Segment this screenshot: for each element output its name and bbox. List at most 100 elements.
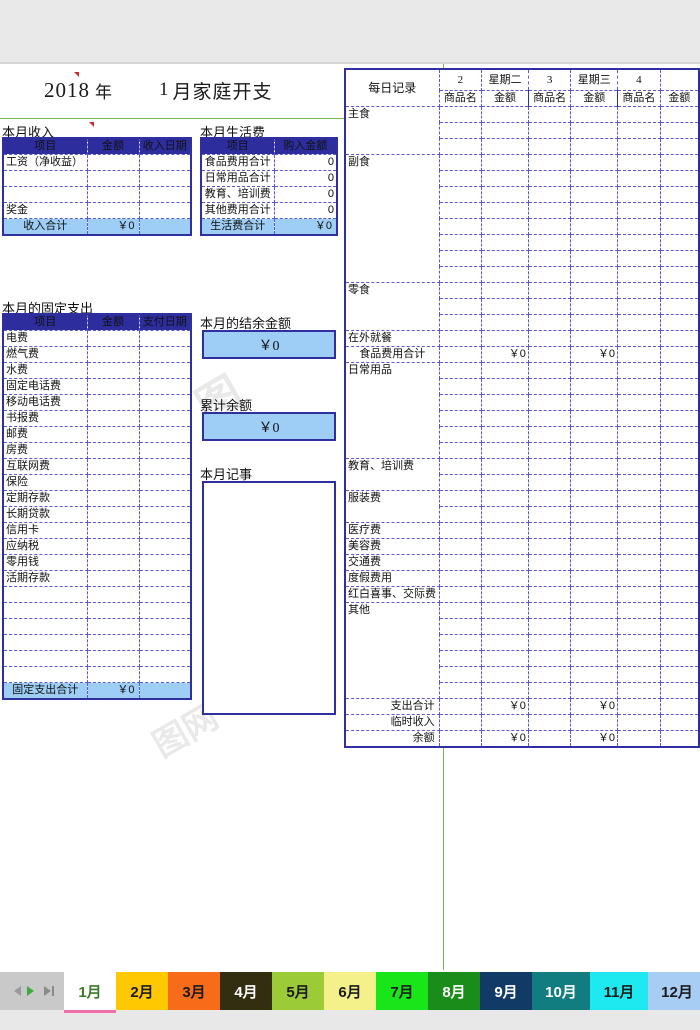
daily-food-0-1-amount-1[interactable]	[570, 122, 619, 139]
living-item-1[interactable]: 日常用品合计	[200, 170, 275, 187]
sheet-tab-4月[interactable]: 4月	[220, 972, 272, 1010]
living-amount-1[interactable]: 0	[273, 170, 338, 187]
daily-food-0-2-name-1[interactable]	[527, 138, 572, 155]
daily-other-0-5-name-1[interactable]	[527, 442, 572, 459]
daily-food-1-3-name-2[interactable]	[617, 202, 661, 219]
daily-other-2-1-name-2[interactable]	[617, 506, 661, 523]
table-row[interactable]	[2, 186, 192, 203]
daily-other-3-0-amount-2[interactable]	[659, 522, 700, 539]
daily-other-0-4-amount-1[interactable]	[570, 426, 619, 443]
daily-other-7-0-name-1[interactable]	[527, 586, 572, 603]
daily-other-0-0-name-1[interactable]	[527, 362, 572, 379]
last-sheet-icon[interactable]	[43, 986, 54, 996]
fixed-date-12[interactable]	[138, 522, 192, 539]
daily-other-1-1-name-0[interactable]	[438, 474, 483, 491]
income-amount-0[interactable]	[86, 154, 140, 171]
table-row[interactable]: 保险	[2, 474, 192, 491]
daily-food-2-0-amount-1[interactable]	[570, 282, 619, 299]
daily-other-2-1-amount-1[interactable]	[570, 506, 619, 523]
living-item-3[interactable]: 其他费用合计	[200, 202, 275, 219]
table-row[interactable]: 度假费用	[344, 570, 700, 587]
daily-food-3-0-amount-2[interactable]	[659, 330, 700, 347]
fixed-amount-9[interactable]	[86, 474, 140, 491]
table-row[interactable]: 工资（净收益）	[2, 154, 192, 171]
table-row[interactable]: 红白喜事、交际费	[344, 586, 700, 603]
daily-other-8-2-name-0[interactable]	[438, 634, 483, 651]
table-row[interactable]: 服装费	[344, 490, 700, 523]
daily-food-0-1-name-1[interactable]	[527, 122, 572, 139]
daily-food-1-0-name-1[interactable]	[527, 154, 572, 171]
daily-other-8-3-amount-1[interactable]	[570, 650, 619, 667]
daily-food-0-0-name-2[interactable]	[617, 106, 661, 123]
fixed-date-13[interactable]	[138, 538, 192, 555]
daily-other-7-0-amount-1[interactable]	[570, 586, 619, 603]
daily-food-0-2-name-2[interactable]	[617, 138, 661, 155]
sheet-tab-2月[interactable]: 2月	[116, 972, 168, 1010]
table-row[interactable]	[2, 618, 192, 635]
daily-other-0-1-name-1[interactable]	[527, 378, 572, 395]
daily-food-2-2-name-2[interactable]	[617, 314, 661, 331]
sheet-tab-10月[interactable]: 10月	[532, 972, 590, 1010]
fixed-item-21[interactable]	[2, 666, 88, 683]
daily-food-2-0-name-1[interactable]	[527, 282, 572, 299]
daily-other-2-1-name-1[interactable]	[527, 506, 572, 523]
fixed-amount-21[interactable]	[86, 666, 140, 683]
daily-other-8-0-name-1[interactable]	[527, 602, 572, 619]
fixed-date-17[interactable]	[138, 602, 192, 619]
daily-other-2-0-name-0[interactable]	[438, 490, 483, 507]
table-row[interactable]	[2, 634, 192, 651]
fixed-item-0[interactable]: 电费	[2, 330, 88, 347]
daily-food-0-0-amount-0[interactable]	[481, 106, 529, 123]
fixed-date-21[interactable]	[138, 666, 192, 683]
income-date-1[interactable]	[138, 170, 192, 187]
daily-food-1-6-amount-1[interactable]	[570, 250, 619, 267]
daily-food-1-0-name-2[interactable]	[617, 154, 661, 171]
daily-other-1-1-amount-0[interactable]	[481, 474, 529, 491]
table-row[interactable]: 教育、培训费 0	[200, 186, 338, 203]
table-row[interactable]	[2, 666, 192, 683]
daily-food-2-0-amount-0[interactable]	[481, 282, 529, 299]
daily-food-3-0-name-0[interactable]	[438, 330, 483, 347]
living-item-0[interactable]: 食品费用合计	[200, 154, 275, 171]
fixed-date-7[interactable]	[138, 442, 192, 459]
daily-food-1-4-name-2[interactable]	[617, 218, 661, 235]
daily-food-1-5-name-0[interactable]	[438, 234, 483, 251]
table-row[interactable]: 医疗费	[344, 522, 700, 539]
income-table[interactable]: 项目 金额 收入日期 工资（净收益） 奖金 收入合计 ￥0	[2, 137, 192, 236]
daily-food-1-2-amount-0[interactable]	[481, 186, 529, 203]
prev-sheet-icon[interactable]	[13, 986, 21, 996]
fixed-amount-2[interactable]	[86, 362, 140, 379]
table-row[interactable]: 其他费用合计 0	[200, 202, 338, 219]
daily-other-4-0-name-0[interactable]	[438, 538, 483, 555]
daily-other-1-1-name-2[interactable]	[617, 474, 661, 491]
table-row[interactable]: 移动电话费	[2, 394, 192, 411]
daily-other-8-0-name-0[interactable]	[438, 602, 483, 619]
living-item-2[interactable]: 教育、培训费	[200, 186, 275, 203]
table-row[interactable]: 书报费	[2, 410, 192, 427]
table-row[interactable]: 活期存款	[2, 570, 192, 587]
daily-food-0-1-name-0[interactable]	[438, 122, 483, 139]
fixed-expense-table[interactable]: 项目 金额 支付日期 电费 燃气费 水费 固定电话费 移动电话费 书报费 邮费 房费 互联网费 保险 定期…	[2, 313, 192, 700]
daily-food-2-1-name-2[interactable]	[617, 298, 661, 315]
fixed-item-6[interactable]: 邮费	[2, 426, 88, 443]
daily-other-2-1-name-0[interactable]	[438, 506, 483, 523]
daily-other-8-4-amount-0[interactable]	[481, 666, 529, 683]
income-amount-2[interactable]	[86, 186, 140, 203]
daily-food-1-1-amount-1[interactable]	[570, 170, 619, 187]
fixed-amount-7[interactable]	[86, 442, 140, 459]
daily-food-1-1-name-2[interactable]	[617, 170, 661, 187]
daily-food-2-1-amount-2[interactable]	[659, 298, 700, 315]
daily-other-8-3-name-0[interactable]	[438, 650, 483, 667]
table-row[interactable]	[2, 170, 192, 187]
daily-other-8-5-amount-0[interactable]	[481, 682, 529, 699]
daily-other-8-2-amount-2[interactable]	[659, 634, 700, 651]
daily-other-0-4-amount-2[interactable]	[659, 426, 700, 443]
fixed-amount-18[interactable]	[86, 618, 140, 635]
daily-other-0-2-name-1[interactable]	[527, 394, 572, 411]
daily-other-7-0-name-0[interactable]	[438, 586, 483, 603]
fixed-item-3[interactable]: 固定电话费	[2, 378, 88, 395]
notes-textarea[interactable]	[202, 481, 336, 715]
table-row[interactable]: 固定电话费	[2, 378, 192, 395]
fixed-item-1[interactable]: 燃气费	[2, 346, 88, 363]
daily-other-3-0-name-1[interactable]	[527, 522, 572, 539]
